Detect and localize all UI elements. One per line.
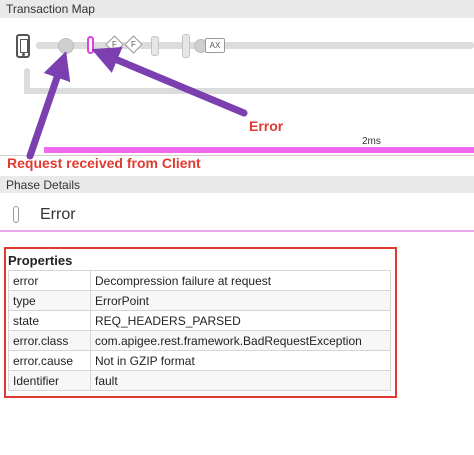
table-row: error Decompression failure at request <box>8 270 391 291</box>
property-value: ErrorPoint <box>90 290 391 311</box>
property-key: Identifier <box>8 370 91 391</box>
properties-title: Properties <box>8 253 73 268</box>
property-key: type <box>8 290 91 311</box>
phase-status: Error <box>40 206 76 223</box>
property-key: error <box>8 270 91 291</box>
table-row: type ErrorPoint <box>8 290 391 311</box>
error-arrow <box>91 47 248 117</box>
property-value: REQ_HEADERS_PARSED <box>90 310 391 331</box>
table-row: error.cause Not in GZIP format <box>8 350 391 371</box>
error-phase-icon <box>13 206 19 223</box>
property-key: state <box>8 310 91 331</box>
request-annotation: Request received from Client <box>7 155 201 171</box>
properties-table: error Decompression failure at request t… <box>8 270 391 391</box>
property-value: com.apigee.rest.framework.BadRequestExce… <box>90 330 391 351</box>
property-key: error.cause <box>8 350 91 371</box>
error-annotation: Error <box>249 118 284 134</box>
phase-error-underline <box>0 230 474 232</box>
property-value: Decompression failure at request <box>90 270 391 291</box>
property-key: error.class <box>8 330 91 351</box>
table-row: error.class com.apigee.rest.framework.Ba… <box>8 330 391 351</box>
table-row: state REQ_HEADERS_PARSED <box>8 310 391 331</box>
property-value: fault <box>90 370 391 391</box>
empty-area <box>0 400 474 455</box>
phase-details-title: Phase Details <box>6 178 81 192</box>
request-arrow <box>26 51 71 160</box>
table-row: Identifier fault <box>8 370 391 391</box>
property-value: Not in GZIP format <box>90 350 391 371</box>
